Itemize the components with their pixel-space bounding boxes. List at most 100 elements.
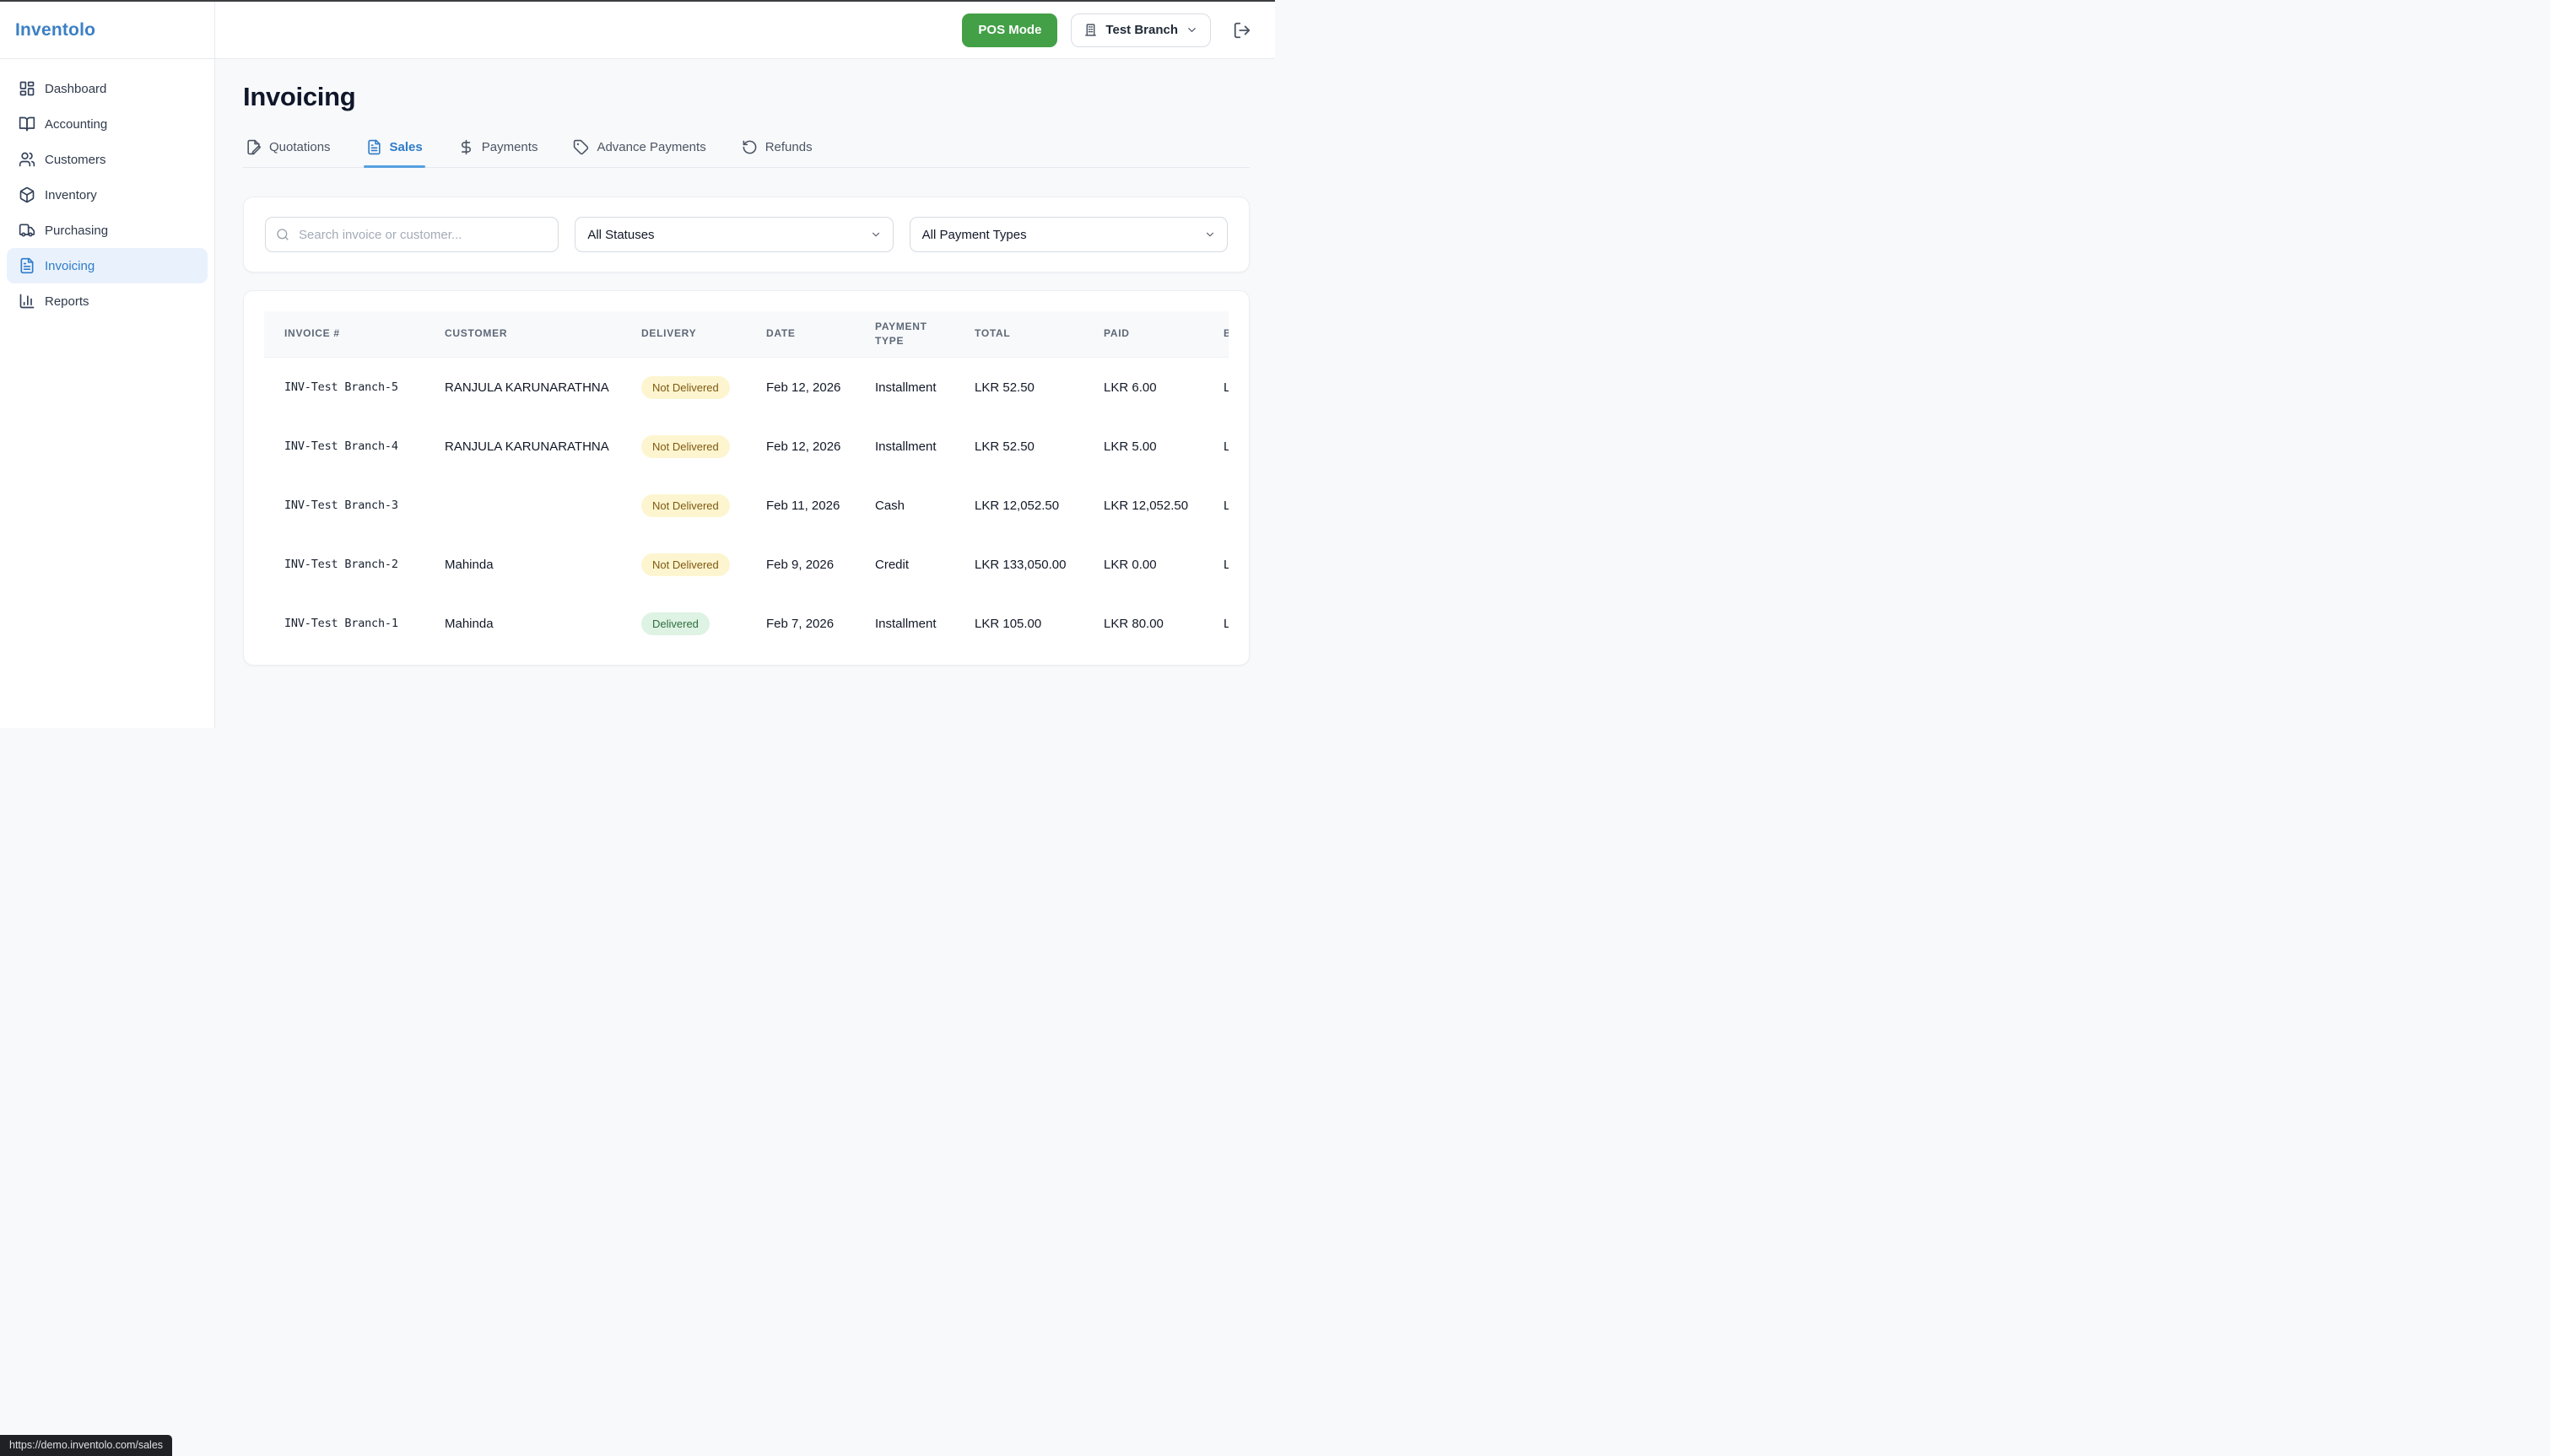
tab-payments[interactable]: Payments — [456, 139, 541, 167]
building-icon — [1083, 23, 1098, 37]
sidebar: Inventolo Dashboard Accounting Customers In… — [0, 2, 215, 728]
customer-cell: RANJULA KARUNARATHNA — [445, 439, 641, 454]
payment-type-cell: Installment — [875, 439, 975, 454]
delivery-status-badge: Not Delivered — [641, 494, 730, 517]
balance-cell-clipped: L — [1224, 499, 1229, 513]
users-icon — [19, 151, 35, 168]
table-row[interactable]: INV-Test Branch-4RANJULA KARUNARATHNANot… — [264, 417, 1229, 476]
column-header: TOTAL — [975, 326, 1104, 341]
sidebar-item-inventory[interactable]: Inventory — [7, 177, 208, 213]
sidebar-item-label: Purchasing — [45, 224, 108, 238]
sidebar-item-label: Invoicing — [45, 259, 95, 273]
paid-cell: LKR 6.00 — [1104, 380, 1224, 395]
payment-type-cell: Credit — [875, 558, 975, 572]
payment-type-cell: Cash — [875, 499, 975, 513]
search-box — [265, 217, 559, 252]
page-title: Invoicing — [243, 82, 1250, 112]
file-text-icon — [19, 257, 35, 274]
app-shell: Inventolo DashboardAccountingCustomersIn… — [0, 2, 1275, 728]
tab-label: Payments — [482, 140, 538, 154]
dashboard-grid-icon — [19, 80, 35, 97]
sidebar-item-label: Inventory — [45, 188, 97, 202]
column-header: DELIVERY — [641, 326, 766, 341]
tab-label: Quotations — [269, 140, 331, 154]
balance-cell-clipped: L — [1224, 558, 1229, 572]
total-cell: LKR 12,052.50 — [975, 499, 1104, 513]
filter-card: All Statuses All Payment Types — [243, 197, 1250, 272]
package-box-icon — [19, 186, 35, 203]
column-header: CUSTOMER — [445, 326, 641, 341]
dollar-icon — [458, 139, 474, 155]
table-row[interactable]: INV-Test Branch-2MahindaNot DeliveredFeb… — [264, 535, 1229, 594]
tab-quotations[interactable]: Quotations — [243, 139, 333, 167]
invoice-number-cell: INV-Test Branch-5 — [264, 380, 445, 394]
invoice-number-cell: INV-Test Branch-2 — [264, 558, 445, 571]
customer-cell: RANJULA KARUNARATHNA — [445, 380, 641, 395]
balance-cell-clipped: L — [1224, 617, 1229, 631]
sidebar-item-dashboard[interactable]: Dashboard — [7, 71, 208, 106]
tab-bar: Quotations Sales Payments Advance Payments R… — [243, 139, 1250, 168]
book-open-icon — [19, 116, 35, 132]
date-cell: Feb 12, 2026 — [766, 380, 875, 395]
pos-mode-button[interactable]: POS Mode — [962, 13, 1057, 47]
branch-selector[interactable]: Test Branch — [1071, 13, 1211, 47]
chevron-down-icon — [1186, 24, 1198, 36]
sidebar-item-customers[interactable]: Customers — [7, 142, 208, 177]
delivery-cell: Delivered — [641, 612, 766, 635]
truck-icon — [19, 222, 35, 239]
sidebar-item-label: Dashboard — [45, 82, 106, 96]
tab-sales[interactable]: Sales — [364, 139, 425, 167]
status-filter-value: All Statuses — [587, 228, 654, 242]
paid-cell: LKR 12,052.50 — [1104, 499, 1224, 513]
total-cell: LKR 133,050.00 — [975, 558, 1104, 572]
invoice-number-cell: INV-Test Branch-4 — [264, 439, 445, 453]
table-header-row: INVOICE #CUSTOMERDELIVERYDATEPAYMENT TYP… — [264, 311, 1229, 358]
table-row[interactable]: INV-Test Branch-1MahindaDeliveredFeb 7, … — [264, 594, 1229, 653]
paid-cell: LKR 80.00 — [1104, 617, 1224, 631]
payment-type-cell: Installment — [875, 380, 975, 395]
sidebar-item-reports[interactable]: Reports — [7, 283, 208, 319]
sidebar-item-label: Accounting — [45, 117, 107, 132]
status-filter-select[interactable]: All Statuses — [575, 217, 893, 252]
sidebar-item-purchasing[interactable]: Purchasing — [7, 213, 208, 248]
column-header: PAID — [1104, 326, 1224, 341]
payment-type-filter-select[interactable]: All Payment Types — [910, 217, 1228, 252]
column-header: B — [1224, 326, 1229, 341]
branch-label: Test Branch — [1105, 23, 1178, 37]
delivery-status-badge: Not Delivered — [641, 376, 730, 399]
delivery-status-badge: Not Delivered — [641, 435, 730, 458]
table-row[interactable]: INV-Test Branch-3Not DeliveredFeb 11, 20… — [264, 476, 1229, 535]
main-area: POS Mode Test Branch Invoicing Quotation… — [215, 2, 1275, 728]
invoice-table-inner: INVOICE #CUSTOMERDELIVERYDATEPAYMENT TYP… — [264, 311, 1229, 653]
invoice-table: INVOICE #CUSTOMERDELIVERYDATEPAYMENT TYP… — [264, 311, 1229, 653]
logout-button[interactable] — [1233, 21, 1251, 40]
tab-advance-payments[interactable]: Advance Payments — [570, 139, 708, 167]
column-header: DATE — [766, 326, 875, 341]
sidebar-nav: Dashboard Accounting Customers Inventory Pur… — [0, 59, 214, 331]
tag-icon — [573, 139, 589, 155]
total-cell: LKR 52.50 — [975, 380, 1104, 395]
chevron-down-icon — [1204, 229, 1216, 240]
sidebar-item-accounting[interactable]: Accounting — [7, 106, 208, 142]
chevron-down-icon — [870, 229, 882, 240]
rotate-ccw-icon — [742, 139, 758, 155]
delivery-cell: Not Delivered — [641, 494, 766, 517]
file-pen-icon — [246, 139, 262, 155]
invoice-table-card: INVOICE #CUSTOMERDELIVERYDATEPAYMENT TYP… — [243, 290, 1250, 666]
logout-icon — [1233, 21, 1251, 40]
delivery-status-badge: Not Delivered — [641, 553, 730, 576]
tab-refunds[interactable]: Refunds — [739, 139, 815, 167]
column-header: PAYMENT TYPE — [875, 320, 975, 349]
delivery-cell: Not Delivered — [641, 553, 766, 576]
app-logo[interactable]: Inventolo — [0, 2, 214, 59]
search-input[interactable] — [265, 217, 559, 252]
page-content: Invoicing Quotations Sales Payments Advance… — [215, 59, 1275, 666]
sidebar-item-invoicing[interactable]: Invoicing — [7, 248, 208, 283]
date-cell: Feb 9, 2026 — [766, 558, 875, 572]
bar-chart-icon — [19, 293, 35, 310]
delivery-cell: Not Delivered — [641, 435, 766, 458]
paid-cell: LKR 0.00 — [1104, 558, 1224, 572]
invoice-table-body: INV-Test Branch-5RANJULA KARUNARATHNANot… — [264, 358, 1229, 653]
topbar: POS Mode Test Branch — [215, 2, 1275, 59]
table-row[interactable]: INV-Test Branch-5RANJULA KARUNARATHNANot… — [264, 358, 1229, 417]
